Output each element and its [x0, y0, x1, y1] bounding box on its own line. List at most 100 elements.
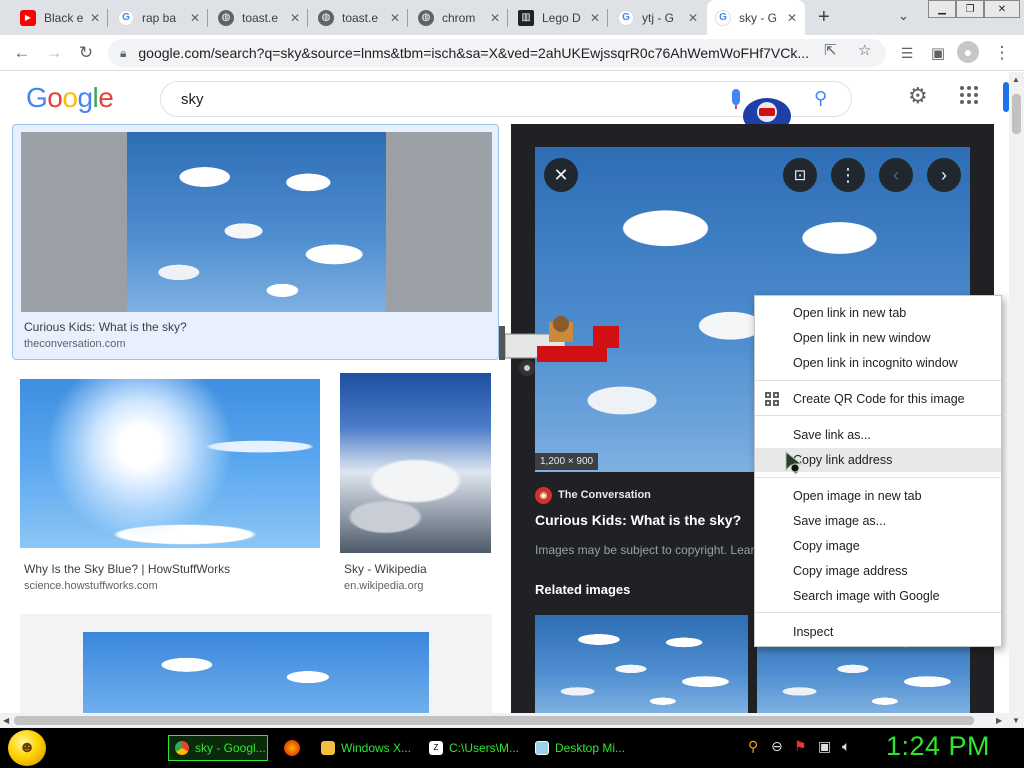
related-images-heading: Related images — [535, 582, 631, 597]
scroll-up-arrow-icon[interactable]: ▲ — [1012, 75, 1020, 84]
profile-avatar-icon[interactable]: ● — [957, 41, 979, 63]
menu-kebab-icon[interactable]: ⋮ — [990, 41, 1014, 65]
tab-2[interactable]: ◍ toast.e ✕ — [210, 0, 308, 35]
microphone-icon[interactable] — [732, 89, 740, 105]
lens-search-icon[interactable]: ⊡ — [783, 158, 817, 192]
restore-icon[interactable]: ❐ — [956, 0, 984, 18]
vertical-scroll-thumb[interactable] — [1012, 94, 1021, 134]
google-logo[interactable]: Google — [26, 82, 114, 114]
tab-4[interactable]: ◍ chrom ✕ — [410, 0, 508, 35]
task-desktop[interactable]: Desktop Mi... — [528, 735, 628, 761]
menu-save-image-as[interactable]: Save image as... — [755, 509, 1001, 533]
scroll-left-arrow-icon[interactable]: ◀ — [3, 716, 9, 725]
globe-icon: ◍ — [218, 9, 234, 26]
result-thumbnail[interactable] — [340, 373, 491, 553]
reload-icon[interactable]: ↻ — [74, 41, 98, 65]
result-thumbnail — [83, 632, 429, 714]
url-text: google.com/search?q=sky&source=lnms&tbm=… — [138, 45, 810, 61]
vertical-scrollbar[interactable]: ▲ ▼ — [1009, 72, 1024, 728]
settings-gear-icon[interactable]: ⚙ — [908, 83, 928, 109]
google-icon: G — [618, 9, 634, 26]
tab-title: ytj - G — [642, 10, 674, 25]
youtube-icon: ▶ — [20, 9, 36, 26]
tab-close-icon[interactable]: ✕ — [490, 11, 500, 25]
google-icon: G — [715, 9, 731, 26]
menu-create-qr-code[interactable]: Create QR Code for this image — [755, 387, 1001, 411]
menu-copy-image-address[interactable]: Copy image address — [755, 559, 1001, 583]
horizontal-scroll-thumb[interactable] — [14, 716, 974, 725]
tab-0[interactable]: ▶ Black e ✕ — [12, 0, 108, 35]
tab-close-icon[interactable]: ✕ — [90, 11, 100, 25]
tab-6[interactable]: G ytj - G ✕ — [610, 0, 706, 35]
back-arrow-icon[interactable]: ← — [10, 41, 34, 65]
address-bar[interactable]: 🔒︎ google.com/search?q=sky&source=lnms&t… — [108, 39, 886, 67]
result-caption[interactable]: Curious Kids: What is the sky? — [24, 320, 187, 334]
google-apps-icon[interactable] — [960, 86, 978, 104]
media-queue-icon[interactable]: ☰ — [895, 41, 919, 65]
tab-title: Lego D — [542, 10, 581, 25]
menu-open-link-new-tab[interactable]: Open link in new tab — [755, 301, 1001, 325]
side-panel-icon[interactable]: ▣ — [926, 41, 950, 65]
bookmark-star-icon[interactable]: ☆ — [858, 41, 871, 59]
start-button-smiley-icon[interactable]: ☻ — [8, 730, 46, 766]
close-icon[interactable]: ✕ — [544, 158, 578, 192]
result-caption[interactable]: Sky - Wikipedia — [344, 562, 427, 576]
related-image[interactable] — [535, 615, 748, 713]
tab-strip: ▶ Black e ✕ G rap ba ✕ ◍ toast.e ✕ ◍ toa… — [0, 0, 1024, 35]
minimize-icon[interactable]: ▁ — [928, 0, 956, 18]
lego-airplane-sprite — [499, 316, 619, 376]
next-arrow-icon[interactable]: › — [927, 158, 961, 192]
taskbar-clock[interactable]: 1:24 PM — [886, 731, 990, 762]
share-icon[interactable]: ⇱ — [824, 41, 837, 59]
task-command-prompt[interactable]: Z C:\Users\M... — [422, 735, 522, 761]
preview-title[interactable]: Curious Kids: What is the sky? — [535, 512, 741, 528]
action-center-flag-icon[interactable]: ⚑ — [794, 738, 807, 755]
menu-open-image-new-tab[interactable]: Open image in new tab — [755, 484, 1001, 508]
tab-3[interactable]: ◍ toast.e ✕ — [310, 0, 408, 35]
search-tray-icon[interactable]: ⚲ — [748, 738, 758, 755]
firefox-icon[interactable] — [284, 740, 300, 756]
previous-arrow-icon[interactable]: ‹ — [879, 158, 913, 192]
source-name[interactable]: The Conversation — [558, 489, 651, 501]
menu-copy-image[interactable]: Copy image — [755, 534, 1001, 558]
result-source[interactable]: theconversation.com — [24, 338, 126, 350]
menu-open-link-incognito[interactable]: Open link in incognito window — [755, 351, 1001, 375]
result-caption[interactable]: Why Is the Sky Blue? | HowStuffWorks — [24, 562, 230, 576]
window-icon — [535, 741, 549, 755]
horizontal-scrollbar[interactable]: ◀ ▶ — [0, 713, 1009, 728]
tab-search-chevron-icon[interactable]: ⌄ — [898, 8, 909, 24]
result-source[interactable]: en.wikipedia.org — [344, 580, 424, 592]
tab-close-icon[interactable]: ✕ — [190, 11, 200, 25]
sky-clouds-image — [127, 132, 386, 312]
search-icon[interactable]: ⚲ — [814, 88, 827, 109]
new-tab-icon[interactable]: + — [818, 6, 830, 29]
network-icon[interactable]: ▣ — [818, 738, 831, 755]
volume-icon[interactable]: 🔈︎ — [842, 738, 850, 755]
task-windows-explorer[interactable]: Windows X... — [314, 735, 414, 761]
tab-close-icon[interactable]: ✕ — [390, 11, 400, 25]
menu-search-image-google[interactable]: Search image with Google — [755, 584, 1001, 608]
menu-inspect[interactable]: Inspect — [755, 620, 1001, 644]
tab-7-active[interactable]: G sky - G ✕ — [707, 0, 805, 35]
scroll-right-arrow-icon[interactable]: ▶ — [996, 716, 1002, 725]
result-source[interactable]: science.howstuffworks.com — [24, 580, 158, 592]
minus-circle-icon[interactable]: ⊖ — [771, 738, 783, 755]
tab-close-icon[interactable]: ✕ — [787, 11, 797, 25]
tab-close-icon[interactable]: ✕ — [688, 11, 698, 25]
result-thumbnail[interactable] — [20, 379, 320, 548]
more-options-icon[interactable]: ⋮ — [831, 158, 865, 192]
menu-open-link-new-window[interactable]: Open link in new window — [755, 326, 1001, 350]
scroll-down-arrow-icon[interactable]: ▼ — [1012, 716, 1020, 725]
tab-1[interactable]: G rap ba ✕ — [110, 0, 208, 35]
forward-arrow-icon[interactable]: → — [42, 41, 66, 65]
close-window-icon[interactable]: ✕ — [984, 0, 1020, 18]
browser-toolbar: ← → ↻ 🔒︎ google.com/search?q=sky&source=… — [0, 35, 1024, 71]
task-chrome[interactable]: sky - Googl... — [168, 735, 268, 761]
result-thumbnail[interactable] — [21, 132, 492, 312]
menu-save-link-as[interactable]: Save link as... — [755, 423, 1001, 447]
tab-5[interactable]: ▥ Lego D ✕ — [510, 0, 608, 35]
terminal-icon: Z — [429, 741, 443, 755]
result-card[interactable] — [20, 614, 492, 714]
tab-close-icon[interactable]: ✕ — [590, 11, 600, 25]
tab-close-icon[interactable]: ✕ — [290, 11, 300, 25]
